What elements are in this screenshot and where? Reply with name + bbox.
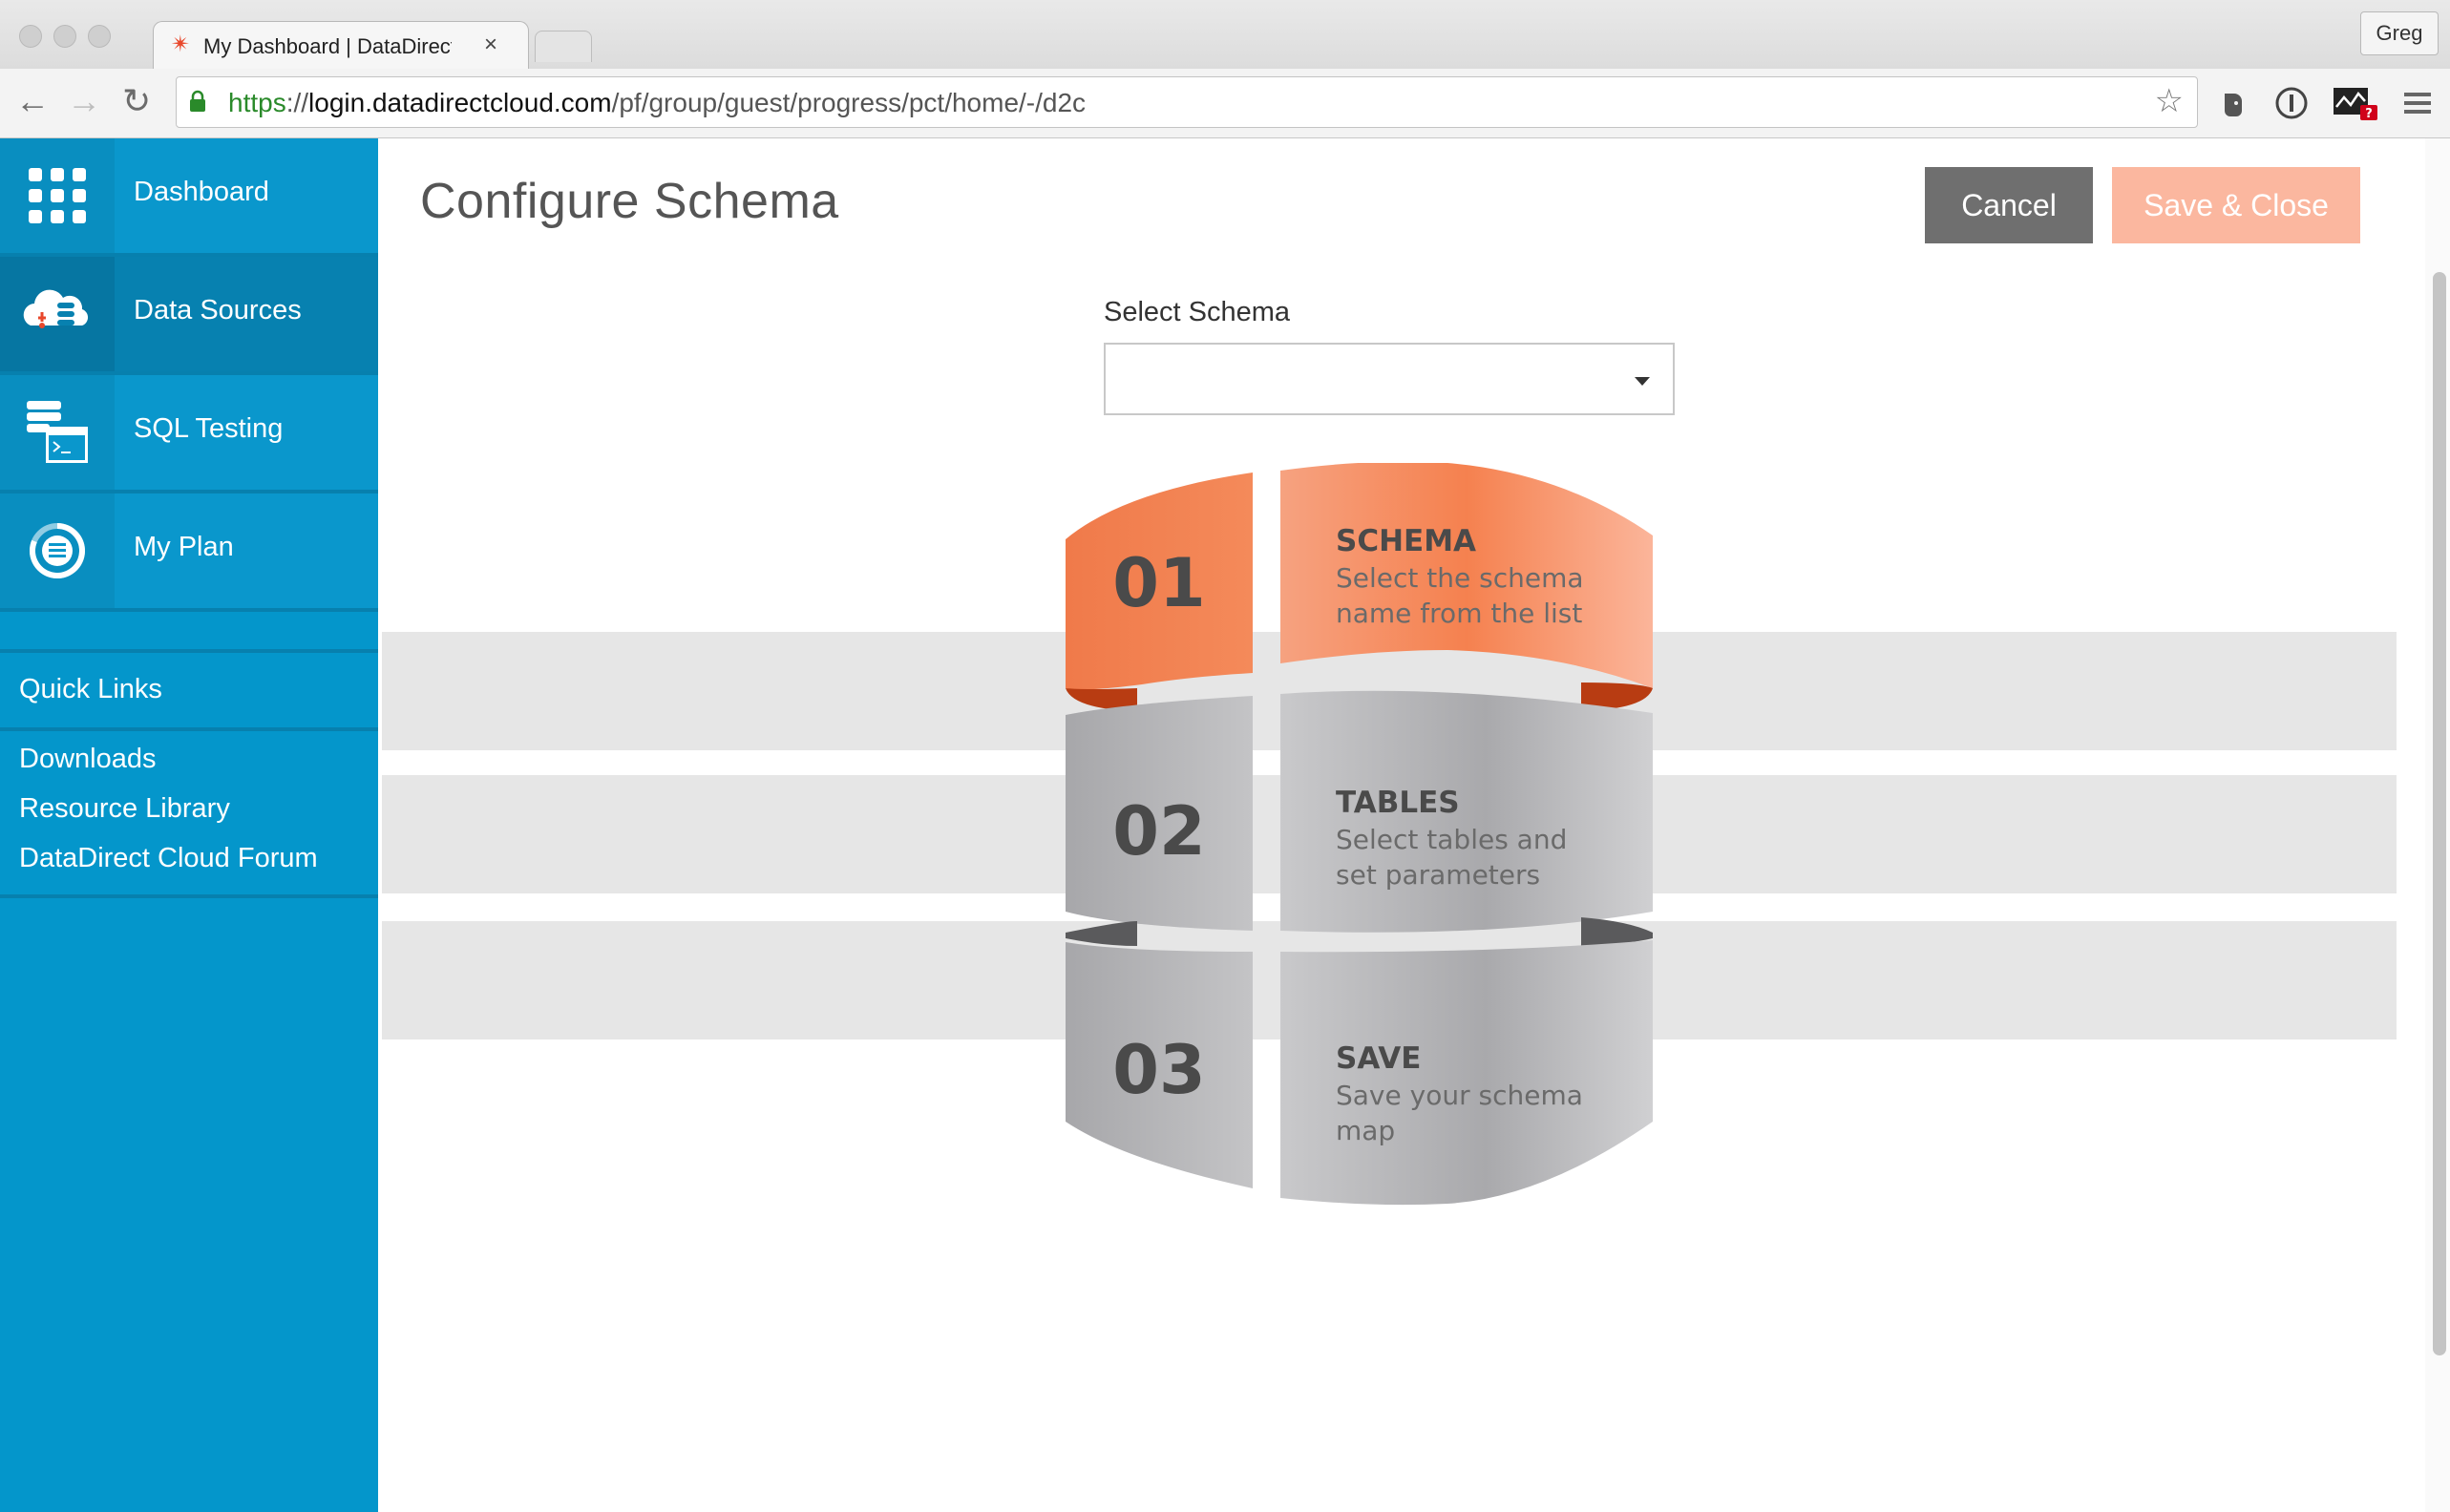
forward-arrow-icon[interactable]: → [67, 82, 101, 120]
tab-close-icon[interactable]: × [484, 32, 497, 58]
step-title: TABLES [1336, 786, 1460, 820]
sidebar-label-sql-testing: SQL Testing [134, 413, 284, 444]
divider [0, 894, 378, 898]
window-minimize-button[interactable] [53, 25, 76, 48]
page-title: Configure Schema [420, 174, 839, 229]
new-tab-button[interactable] [535, 31, 592, 62]
sidebar-label-dashboard: Dashboard [134, 177, 269, 207]
main-content: Configure Schema Cancel Save & Close Sel… [378, 138, 2450, 1512]
tab-title: My Dashboard | DataDirect Cloud [203, 34, 452, 58]
schema-select[interactable] [1104, 343, 1675, 415]
sql-terminal-icon [27, 401, 88, 463]
cloud-database-icon [23, 289, 89, 328]
sidebar-item-sql-testing[interactable]: SQL Testing [0, 375, 378, 494]
step-description: name from the list [1336, 598, 1582, 629]
password-manager-icon[interactable] [2272, 84, 2311, 122]
sidebar-item-my-plan[interactable]: My Plan [0, 494, 378, 612]
step-number: 03 [1112, 1031, 1205, 1109]
browser-tab-strip: ✴ My Dashboard | DataDirect Cloud × Greg [0, 0, 2450, 70]
address-bar[interactable]: https://login.datadirectcloud.com/pf/gro… [176, 76, 2198, 128]
save-close-button[interactable]: Save & Close [2112, 167, 2360, 243]
browser-toolbar: ← → ↻ https://login.datadirectcloud.com/… [0, 69, 2450, 138]
favicon-icon: ✴ [171, 32, 191, 57]
step-tables: 02 TABLES Select tables and set paramete… [1066, 690, 1653, 946]
steps-diagram: 01 SCHEMA Select the schema name from th… [1066, 463, 1653, 1206]
window-close-button[interactable] [19, 25, 42, 48]
evernote-extension-icon[interactable] [2213, 84, 2251, 122]
step-description: set parameters [1336, 859, 1540, 891]
monitor-extension-icon[interactable]: ? [2332, 84, 2379, 122]
quick-links-heading: Quick Links [0, 649, 378, 731]
sidebar-label-my-plan: My Plan [134, 532, 234, 562]
chevron-down-icon [1635, 377, 1650, 386]
menu-icon[interactable] [2398, 84, 2437, 122]
svg-text:?: ? [2365, 107, 2373, 121]
link-resource-library[interactable]: Resource Library [19, 793, 230, 825]
step-title: SAVE [1336, 1041, 1421, 1076]
step-description: map [1336, 1115, 1395, 1146]
reload-icon[interactable]: ↻ [122, 82, 151, 120]
sidebar-item-data-sources[interactable]: Data Sources [0, 257, 378, 375]
step-description: Select the schema [1336, 562, 1584, 594]
step-title: SCHEMA [1336, 524, 1476, 558]
step-description: Save your schema [1336, 1080, 1583, 1111]
grid-icon [29, 168, 86, 223]
url-text: https://login.datadirectcloud.com/pf/gro… [228, 88, 1087, 117]
step-save: 03 SAVE Save your schema map [1066, 940, 1653, 1206]
link-datadirect-cloud-forum[interactable]: DataDirect Cloud Forum [19, 843, 318, 874]
profile-button[interactable]: Greg [2360, 11, 2439, 55]
cancel-button[interactable]: Cancel [1925, 167, 2093, 243]
sidebar: Dashboard Data Sources SQL Testing My Pl… [0, 138, 378, 1512]
sidebar-item-dashboard[interactable]: Dashboard [0, 138, 378, 257]
select-schema-label: Select Schema [1104, 297, 1291, 327]
browser-tab[interactable]: ✴ My Dashboard | DataDirect Cloud × [153, 21, 529, 70]
bookmark-star-icon[interactable]: ☆ [2155, 85, 2184, 117]
plan-gauge-icon [30, 523, 85, 578]
back-arrow-icon[interactable]: ← [15, 82, 50, 120]
link-downloads[interactable]: Downloads [19, 744, 156, 775]
sidebar-label-data-sources: Data Sources [134, 295, 302, 326]
step-number: 01 [1112, 544, 1205, 622]
step-description: Select tables and [1336, 824, 1567, 855]
lock-icon [190, 90, 205, 112]
scrollbar-thumb[interactable] [2433, 272, 2446, 1355]
step-schema: 01 SCHEMA Select the schema name from th… [1066, 463, 1653, 711]
step-number: 02 [1112, 792, 1205, 871]
window-zoom-button[interactable] [88, 25, 111, 48]
